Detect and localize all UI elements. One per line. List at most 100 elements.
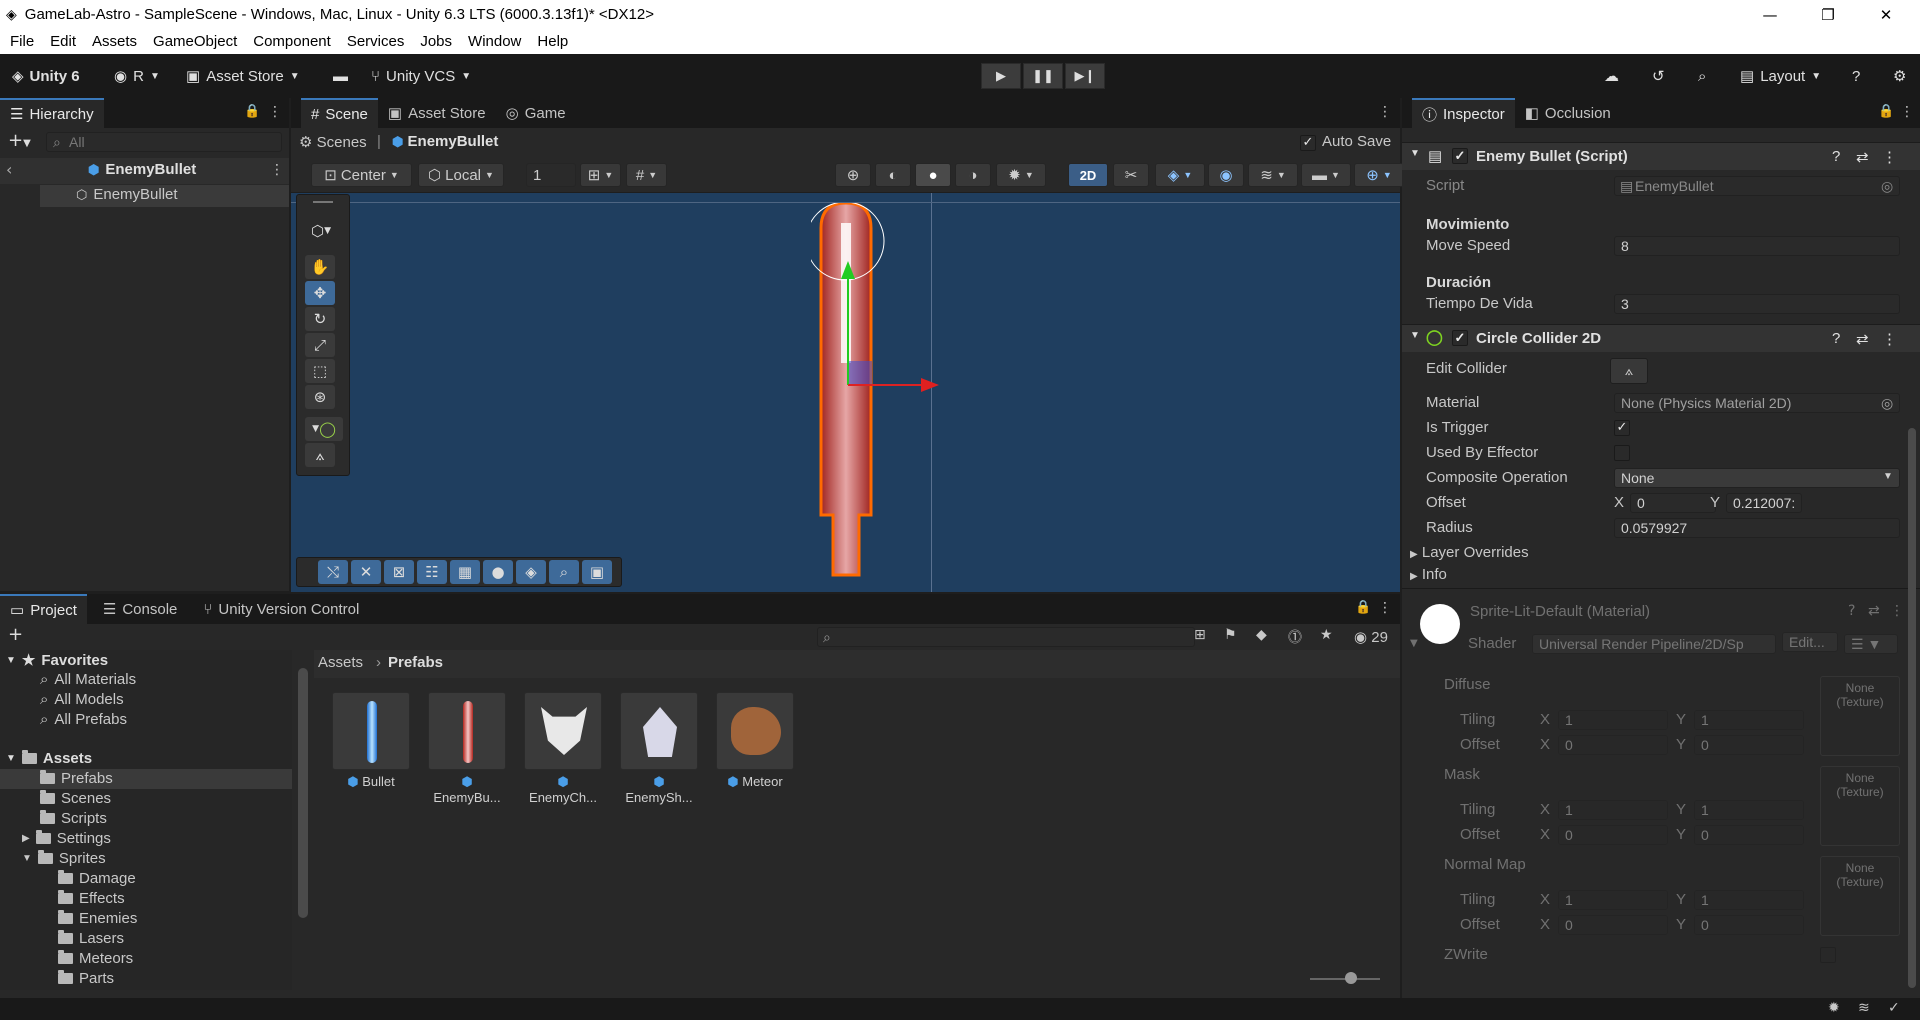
pause-button[interactable]: ❚❚ (1023, 63, 1063, 89)
layer-overrides-foldout[interactable]: ▶ Layer Overrides (1410, 544, 1529, 561)
create-asset-button[interactable]: + (8, 624, 23, 645)
scenes-breadcrumb[interactable]: ⚙ Scenes (299, 133, 367, 151)
favorite-all-models[interactable]: ⌕ All Models (40, 691, 124, 708)
collider-enabled-checkbox[interactable]: ✓ (1452, 330, 1468, 346)
folder-sprites[interactable]: ▼ Sprites (22, 850, 106, 867)
tab-scene[interactable]: # Scene (301, 98, 378, 128)
view-cube-dropdown[interactable]: ⬡ ▼ (303, 219, 339, 243)
bug-report-icon[interactable]: ✹ (1828, 1000, 1840, 1016)
more-icon[interactable]: ⋮ (1900, 104, 1914, 120)
menu-component[interactable]: Component (245, 33, 339, 50)
composite-operation-dropdown[interactable]: None ▼ (1614, 468, 1900, 488)
asset-bullet[interactable]: ⬢ Bullet (332, 692, 410, 790)
script-reference-field[interactable]: ▤ EnemyBullet ◎ (1614, 176, 1900, 196)
minimize-button[interactable]: — (1741, 0, 1799, 29)
help-icon[interactable]: ? (1848, 603, 1855, 619)
scale-tool[interactable]: ⤢ (305, 333, 335, 357)
preset-icon[interactable]: ⇄ (1856, 330, 1869, 348)
overlay-tool-7[interactable]: ◈ (516, 560, 546, 584)
tab-occlusion[interactable]: ◧ Occlusion (1515, 98, 1621, 128)
folder-scripts[interactable]: Scripts (40, 810, 107, 827)
asset-enemybullet[interactable]: ⬢ EnemyBu... (428, 692, 506, 805)
overlay-handle[interactable] (313, 201, 333, 203)
inspector-scrollbar[interactable] (1908, 428, 1916, 988)
more-icon[interactable]: ⋮ (1890, 603, 1904, 619)
diffuse-tiling-x[interactable]: 1 (1558, 710, 1668, 730)
move-tool[interactable]: ✥ (305, 281, 335, 305)
thumbnail-size-slider-handle[interactable] (1345, 972, 1357, 984)
breadcrumb-assets[interactable]: Assets (318, 654, 363, 671)
menu-gameobject[interactable]: GameObject (145, 33, 245, 50)
type-filter-icon[interactable]: ⚑ (1224, 627, 1237, 643)
shader-dropdown[interactable]: Universal Render Pipeline/2D/Sp (1532, 634, 1776, 654)
warning-filter-icon[interactable]: ⓵ (1288, 627, 1302, 647)
search-filter-icon[interactable]: ⊞ (1194, 627, 1206, 643)
folder-lasers[interactable]: Lasers (58, 930, 124, 947)
offset-y-field[interactable]: 0.212007: (1726, 493, 1802, 513)
enemy-bullet-sprite[interactable] (811, 203, 951, 583)
menu-assets[interactable]: Assets (84, 33, 145, 50)
diffuse-offset-y[interactable]: 0 (1694, 735, 1804, 755)
scene-viewport[interactable]: ⬡ ▼ ✋ ✥ ↻ ⤢ ⬚ ⊛ ▼ ◯ ⟑ ⤭ ✕ ⊠ ☷ ▦ ● ◈ ⌕ ▣ (291, 193, 1400, 592)
more-icon[interactable]: ⋮ (270, 162, 284, 178)
star-icon[interactable]: ★ (1320, 627, 1333, 643)
assets-root[interactable]: ▼ Assets (6, 750, 92, 767)
pivot-center-dropdown[interactable]: ⊡ Center ▼ (311, 163, 412, 187)
diffuse-texture-slot[interactable]: None (Texture) (1820, 676, 1900, 756)
check-circle-icon[interactable]: ✓ (1888, 1000, 1900, 1016)
hierarchy-item-enemybullet[interactable]: ⬡ EnemyBullet (76, 186, 178, 203)
play-button[interactable]: ▶ (981, 63, 1021, 89)
create-button[interactable]: +▼ (8, 132, 42, 152)
scene-visibility-button[interactable]: ◉ (1208, 163, 1244, 187)
overlay-tool-6[interactable]: ● (483, 560, 513, 584)
overlay-tool-9[interactable]: ▣ (582, 560, 612, 584)
favorite-all-prefabs[interactable]: ⌕ All Prefabs (40, 711, 127, 728)
help-icon[interactable]: ? (1832, 330, 1840, 347)
lock-icon[interactable]: 🔒 (1355, 600, 1371, 615)
zwrite-checkbox[interactable] (1820, 947, 1836, 963)
project-search-input[interactable]: ⌕ (817, 627, 1195, 647)
lighting-toggle[interactable]: ✂ (1113, 163, 1149, 187)
project-tree-scrollbar[interactable] (298, 668, 308, 918)
folder-settings[interactable]: ▶ Settings (22, 830, 111, 847)
overlay-tool-3[interactable]: ⊠ (384, 560, 414, 584)
folder-effects[interactable]: Effects (58, 890, 125, 907)
collider-tool-dropdown[interactable]: ▼ ◯ (305, 417, 343, 441)
shader-options-dropdown[interactable]: ☰ ▼ (1844, 634, 1898, 654)
settings-button[interactable]: ⚙ (1893, 63, 1906, 89)
used-by-effector-checkbox[interactable] (1614, 445, 1630, 461)
shading-shaded-button[interactable]: ● (915, 163, 951, 187)
close-button[interactable]: ✕ (1857, 0, 1915, 29)
edit-collider-button[interactable]: ⟑ (1610, 358, 1648, 384)
asset-meteor[interactable]: ⬢ Meteor (716, 692, 794, 790)
normal-tiling-x[interactable]: 1 (1558, 890, 1668, 910)
help-icon[interactable]: ? (1832, 148, 1840, 165)
layers-dropdown[interactable]: ≋ ▼ (1248, 163, 1298, 187)
collider-component-header[interactable]: ▼ ◯ ✓ Circle Collider 2D ? ⇄ ⋮ (1402, 324, 1920, 352)
tab-console[interactable]: ☰ Console (93, 594, 188, 624)
mask-tiling-x[interactable]: 1 (1558, 800, 1668, 820)
layers-status-icon[interactable]: ≋ (1858, 1000, 1870, 1016)
collapse-arrow-icon[interactable]: ▼ (1410, 638, 1418, 649)
favorites-header[interactable]: ▼ ★ Favorites (6, 651, 108, 670)
tab-asset-store[interactable]: ▣ Asset Store (378, 98, 496, 128)
lock-icon[interactable]: 🔒 (1878, 104, 1894, 119)
debug-draw-dropdown[interactable]: ✹ ▼ (996, 163, 1046, 187)
folder-prefabs[interactable]: Prefabs (40, 770, 113, 787)
auto-save-checkbox[interactable]: ✓ (1300, 135, 1316, 151)
help-button[interactable]: ? (1852, 63, 1860, 89)
back-arrow-icon[interactable]: ‹ (6, 160, 12, 179)
unity-brand[interactable]: ◈ Unity 6 (12, 63, 80, 89)
shading-unlit-button[interactable]: ◑ (955, 163, 991, 187)
overlay-tool-8[interactable]: ⌕ (549, 560, 579, 584)
mask-texture-slot[interactable]: None (Texture) (1820, 766, 1900, 846)
folder-meteors[interactable]: Meteors (58, 950, 133, 967)
preset-icon[interactable]: ⇄ (1856, 148, 1869, 166)
grid-size-input[interactable]: 1 (526, 163, 576, 187)
mask-offset-x[interactable]: 0 (1558, 825, 1668, 845)
breadcrumb-current[interactable]: ⬢ EnemyBullet (392, 133, 498, 150)
vcs-dropdown[interactable]: ⑂ Unity VCS ▼ (371, 63, 471, 89)
edit-shader-button[interactable]: Edit... (1782, 632, 1838, 652)
menu-services[interactable]: Services (339, 33, 413, 50)
tab-inspector[interactable]: ⓘ Inspector (1412, 98, 1515, 128)
